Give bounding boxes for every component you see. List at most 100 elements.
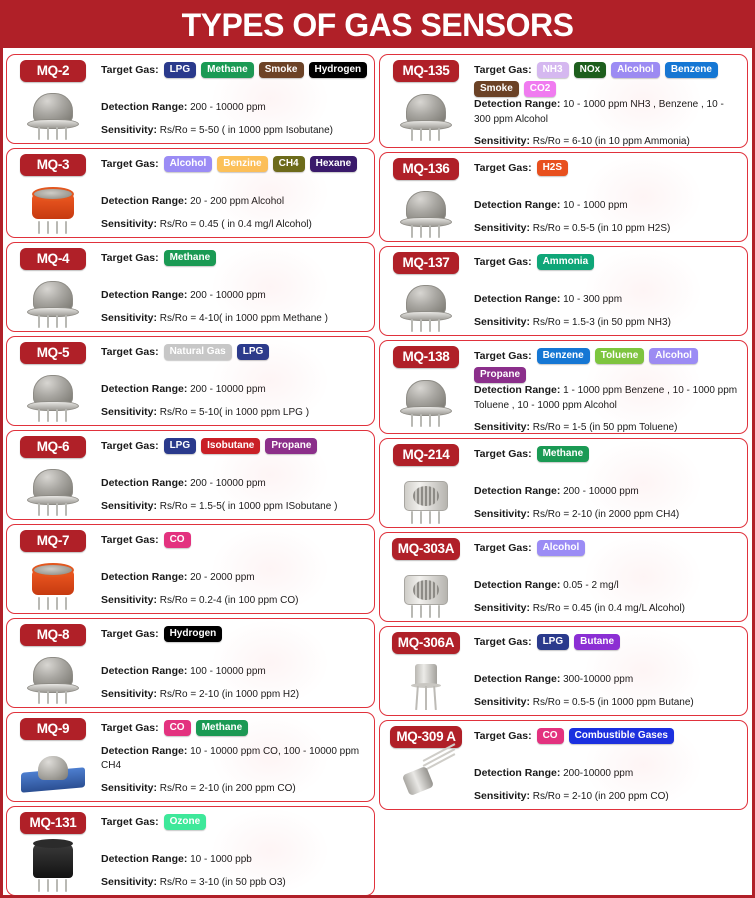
mesh-dome-sensor-icon: [391, 277, 461, 332]
sensor-card-left: MQ-5: [10, 340, 96, 422]
sensor-detail-block: Detection Range: 200 - 10000 ppm Sensitiv…: [101, 382, 370, 422]
sensitivity-row: Sensitivity: Rs/Ro = 0.45 (in 0.4 mg/L A…: [474, 601, 743, 616]
gas-badge: CO2: [523, 81, 557, 97]
target-gas-label: Target Gas:: [474, 729, 532, 742]
sensitivity-value: Rs/Ro = 3-10 (in 50 ppb O3): [157, 876, 286, 888]
gas-badge: LPG: [536, 634, 570, 650]
sensor-card: MQ-138 Target Gas: Benzene Toluene Alcohol Pr…: [379, 340, 748, 434]
sensor-card-right: Target Gas: Methane Detection Range: 200 -…: [96, 246, 370, 328]
sensitivity-value: Rs/Ro = 4-10( in 1000 ppm Methane ): [157, 312, 328, 324]
sensor-card: MQ-214 Target Gas: Methane Detection Range:…: [379, 438, 748, 528]
gas-badge: Hydrogen: [308, 62, 368, 78]
detection-range-row: Detection Range: 10 - 1000 ppm: [474, 198, 743, 213]
sensitivity-value: Rs/Ro = 1.5-3 (in 50 ppm NH3): [530, 316, 671, 328]
metal-can-sensor-icon: [391, 563, 461, 618]
sensor-card-right: Target Gas: CO Combustible Gases Detection …: [469, 724, 743, 806]
sensor-model-badge: MQ-137: [393, 252, 459, 274]
gas-badge: Alcohol: [163, 156, 213, 172]
sensor-card-right: Target Gas: Natural Gas LPG Detection Range…: [96, 340, 370, 422]
sensitivity-label: Sensitivity:: [474, 601, 531, 614]
gas-badge: CO: [163, 720, 191, 736]
sensor-detail-block: Detection Range: 200-10000 ppm Sensitivit…: [474, 766, 743, 806]
sensor-card-left: MQ-9: [10, 716, 96, 798]
sensor-card-right: Target Gas: LPG Butane Detection Range: 300…: [469, 630, 743, 712]
detection-range-label: Detection Range:: [101, 665, 188, 677]
target-gas-label: Target Gas:: [474, 161, 532, 174]
detection-range-label: Detection Range:: [101, 571, 188, 583]
sensitivity-value: Rs/Ro = 2-10 (in 200 ppm CO): [157, 782, 296, 794]
page-title: TYPES OF GAS SENSORS: [181, 7, 574, 43]
sensitivity-label: Sensitivity:: [474, 695, 531, 708]
sensor-model-badge: MQ-306A: [391, 632, 461, 654]
target-gas-row: Target Gas: Alcohol: [474, 540, 743, 556]
detection-range-row: Detection Range: 200 - 10000 ppm: [474, 484, 743, 499]
detection-range-label: Detection Range:: [101, 383, 188, 395]
target-gas-row: Target Gas: Ozone: [101, 814, 370, 830]
gas-badge: Smoke: [474, 81, 519, 97]
sensitivity-row: Sensitivity: Rs/Ro = 1-5 (in 50 ppm Tolu…: [474, 420, 743, 433]
detection-range-label: Detection Range:: [474, 293, 561, 305]
detection-range-value: 10 - 1000 ppm: [560, 200, 628, 211]
metal-can-sensor-icon: [391, 469, 461, 524]
sensor-card: MQ-131 Target Gas: Ozone Detection Range: 1…: [6, 806, 375, 895]
detection-range-row: Detection Range: 0.05 - 2 mg/l: [474, 578, 743, 593]
detection-range-value: 10 - 1000 ppb: [187, 854, 252, 865]
detection-range-value: 200 - 10000 ppm: [187, 290, 266, 301]
sensor-card-left: MQ-4: [10, 246, 96, 328]
detection-range-value: 200 - 10000 ppm: [560, 486, 639, 497]
mesh-dome-sensor-icon: [18, 85, 88, 140]
sensor-card-left: MQ-135: [383, 58, 469, 144]
target-gas-label: Target Gas:: [474, 63, 532, 76]
gas-badge: Methane: [195, 720, 249, 736]
sensor-card-left: MQ-309 A: [383, 724, 469, 806]
detection-range-value: 100 - 10000 ppm: [187, 666, 266, 677]
sensor-card: MQ-7 Target Gas: CO Detection Range: 20 - 2…: [6, 524, 375, 614]
black-puck-sensor-icon: [18, 837, 88, 892]
gas-badge: NH3: [536, 62, 569, 78]
sensor-detail-block: Detection Range: 10 - 1000 ppb Sensitivit…: [101, 852, 370, 892]
sensor-detail-block: Detection Range: 100 - 10000 ppm Sensitiv…: [101, 664, 370, 704]
detection-range-label: Detection Range:: [101, 744, 188, 757]
sensitivity-label: Sensitivity:: [101, 405, 158, 418]
sensitivity-row: Sensitivity: Rs/Ro = 2-10 (in 1000 ppm H…: [101, 687, 370, 702]
sensor-card-right: Target Gas: Alcohol Benzine CH4 Hexane Detect…: [96, 152, 370, 234]
detection-range-label: Detection Range:: [474, 98, 561, 110]
detection-range-label: Detection Range:: [474, 485, 561, 497]
gas-badge: Hexane: [309, 156, 358, 172]
sensitivity-row: Sensitivity: Rs/Ro = 5-50 ( in 1000 ppm …: [101, 123, 370, 138]
sensor-model-badge: MQ-135: [393, 60, 459, 82]
sensor-detail-block: Detection Range: 200 - 10000 ppm Sensitiv…: [474, 484, 743, 524]
target-gas-row: Target Gas: CO Combustible Gases: [474, 728, 743, 744]
target-gas-row: Target Gas: Methane: [101, 250, 370, 266]
detection-range-label: Detection Range:: [101, 101, 188, 113]
sensitivity-value: Rs/Ro = 5-10( in 1000 ppm LPG ): [157, 406, 310, 418]
target-gas-row: Target Gas: H2S: [474, 160, 743, 176]
mesh-dome-sensor-icon: [391, 85, 461, 141]
sensor-card-left: MQ-214: [383, 442, 469, 524]
sensitivity-row: Sensitivity: Rs/Ro = 5-10( in 1000 ppm L…: [101, 405, 370, 420]
gas-badge: Ozone: [163, 814, 207, 830]
sensor-card: MQ-3 Target Gas: Alcohol Benzine CH4 Hexane De…: [6, 148, 375, 238]
detection-range-label: Detection Range:: [101, 477, 188, 489]
target-gas-row: Target Gas: LPG Methane Smoke Hydrogen: [101, 62, 370, 78]
mesh-dome-sensor-icon: [391, 183, 461, 238]
gas-badge: Propane: [265, 438, 318, 454]
target-gas-row: Target Gas: CO: [101, 532, 370, 548]
detection-range-row: Detection Range: 200-10000 ppm: [474, 766, 743, 781]
target-gas-label: Target Gas:: [101, 533, 159, 546]
target-gas-label: Target Gas:: [474, 635, 532, 648]
detection-range-value: 200 - 10000 ppm: [187, 384, 266, 395]
target-gas-label: Target Gas:: [101, 345, 159, 358]
target-gas-row: Target Gas: Benzene Toluene Alcohol Propane: [474, 348, 743, 383]
sensor-model-badge: MQ-8: [20, 624, 86, 646]
target-gas-row: Target Gas: Alcohol Benzine CH4 Hexane: [101, 156, 370, 172]
target-gas-label: Target Gas:: [474, 349, 532, 362]
angled-can-sensor-icon: [391, 743, 461, 806]
target-gas-label: Target Gas:: [101, 251, 159, 264]
gas-badge: LPG: [163, 62, 197, 78]
sensitivity-row: Sensitivity: Rs/Ro = 0.5-5 (in 10 ppm H2…: [474, 221, 743, 236]
sensor-card-right: Target Gas: LPG Isobutane Propane Detection …: [96, 434, 370, 516]
sensor-card-left: MQ-7: [10, 528, 96, 610]
sensitivity-row: Sensitivity: Rs/Ro = 4-10( in 1000 ppm M…: [101, 311, 370, 326]
sensitivity-row: Sensitivity: Rs/Ro = 0.5-5 (in 1000 ppm …: [474, 695, 743, 710]
